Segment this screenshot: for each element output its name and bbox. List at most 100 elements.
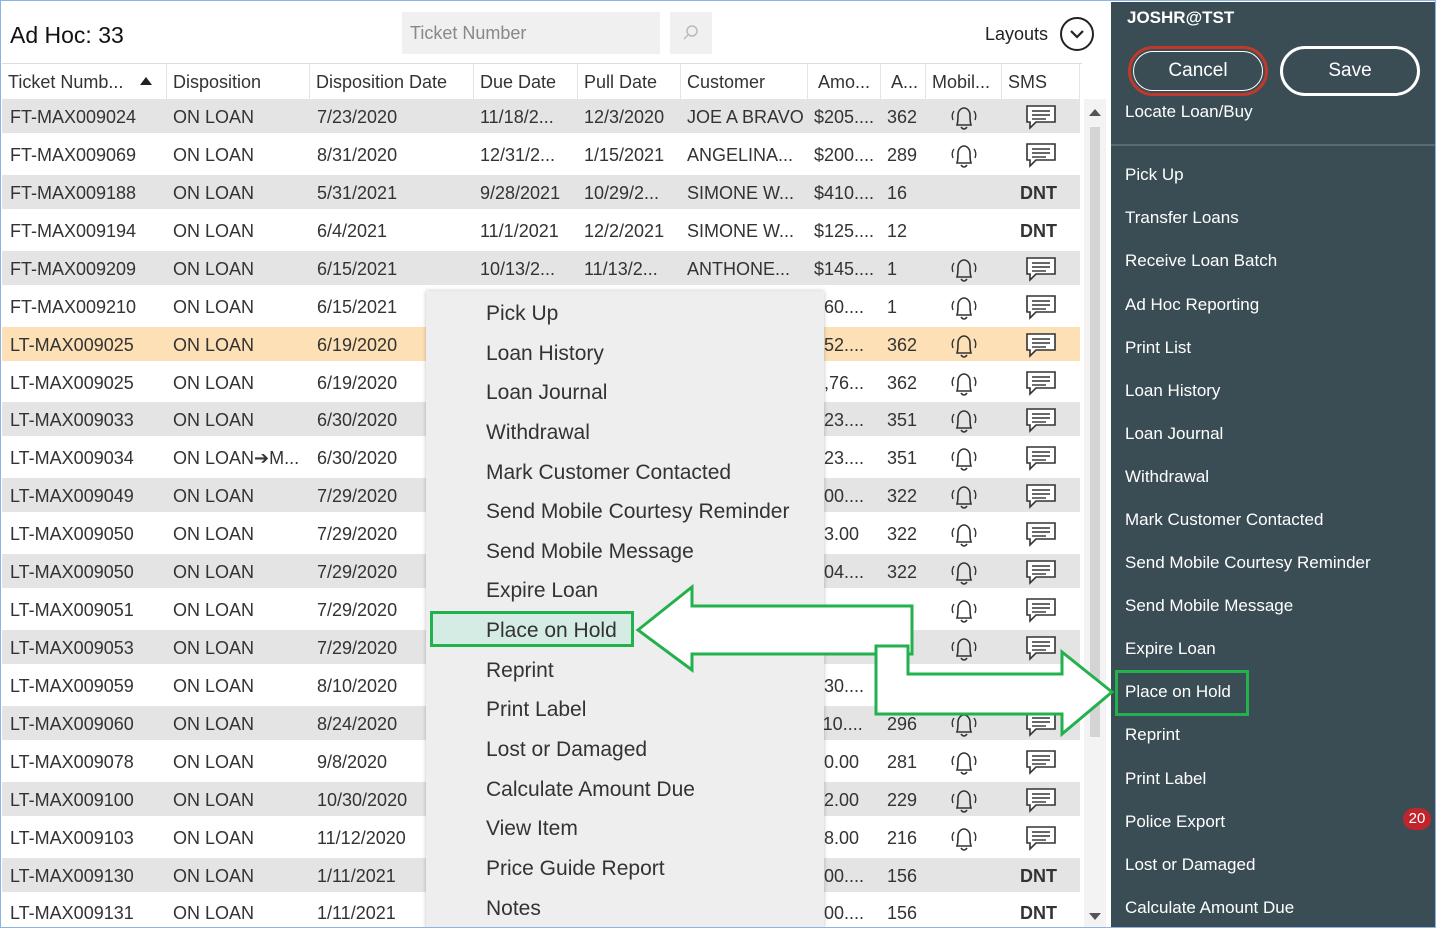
chat-message-icon[interactable] [1024, 331, 1058, 359]
chat-message-icon[interactable] [1024, 558, 1058, 586]
chat-message-icon[interactable] [1024, 444, 1058, 472]
mobile-reminder-cell[interactable] [946, 103, 982, 138]
context-menu-item[interactable]: Expire Loan [486, 576, 598, 606]
scroll-thumb[interactable] [1090, 127, 1100, 737]
sidebar-item[interactable]: Receive Loan Batch [1125, 251, 1277, 271]
context-menu-item[interactable]: Notes [486, 894, 541, 924]
mobile-reminder-cell[interactable] [946, 520, 982, 555]
sidebar-item[interactable]: Transfer Loans [1125, 208, 1239, 228]
chat-message-icon[interactable] [1024, 255, 1058, 283]
sidebar-item[interactable]: Pick Up [1125, 165, 1184, 185]
mobile-reminder-cell[interactable] [946, 293, 982, 328]
mobile-reminder-cell[interactable] [946, 369, 982, 404]
bell-icon[interactable] [946, 596, 982, 626]
bell-icon[interactable] [946, 444, 982, 474]
bell-icon[interactable] [946, 293, 982, 323]
sidebar-item[interactable]: Loan History [1125, 381, 1220, 401]
sidebar-item[interactable]: Withdrawal [1125, 467, 1209, 487]
mobile-reminder-cell[interactable] [946, 634, 982, 669]
bell-icon[interactable] [946, 141, 982, 171]
sms-cell[interactable] [1024, 596, 1058, 629]
scroll-down-arrow[interactable] [1089, 913, 1101, 920]
chat-message-icon[interactable] [1024, 596, 1058, 624]
mobile-reminder-cell[interactable] [946, 141, 982, 176]
sidebar-item[interactable]: Police Export [1125, 812, 1225, 832]
context-menu-item[interactable]: Loan Journal [486, 378, 607, 408]
chat-message-icon[interactable] [1024, 369, 1058, 397]
vertical-scrollbar[interactable] [1084, 99, 1106, 928]
column-header[interactable]: Customer [681, 64, 808, 100]
sidebar-item[interactable]: Loan Journal [1125, 424, 1223, 444]
sms-cell[interactable] [1024, 748, 1058, 781]
column-header[interactable]: Disposition Date [310, 64, 474, 100]
context-menu-item[interactable]: Withdrawal [486, 418, 590, 448]
sms-cell[interactable] [1024, 786, 1058, 819]
sms-cell[interactable] [1024, 710, 1058, 743]
mobile-reminder-cell[interactable] [946, 748, 982, 783]
bell-icon[interactable] [946, 331, 982, 361]
bell-icon[interactable] [946, 255, 982, 285]
chat-message-icon[interactable] [1024, 482, 1058, 510]
sms-cell[interactable] [1024, 634, 1058, 667]
save-button[interactable]: Save [1280, 46, 1420, 96]
sidebar-item[interactable]: Ad Hoc Reporting [1125, 295, 1259, 315]
context-menu-item[interactable]: Send Mobile Courtesy Reminder [486, 497, 789, 527]
context-menu-item[interactable]: Send Mobile Message [486, 537, 694, 567]
sidebar-item[interactable]: Send Mobile Courtesy Reminder [1125, 553, 1371, 573]
mobile-reminder-cell[interactable] [946, 558, 982, 593]
mobile-reminder-cell[interactable] [946, 482, 982, 517]
mobile-reminder-cell[interactable] [946, 596, 982, 631]
bell-icon[interactable] [946, 558, 982, 588]
column-header[interactable]: Due Date [474, 64, 578, 100]
sms-cell[interactable] [1024, 520, 1058, 553]
table-row[interactable]: FT-MAX009194 ON LOAN 6/4/2021 11/1/2021 12/2… [2, 213, 1080, 249]
sidebar-item[interactable]: Send Mobile Message [1125, 596, 1293, 616]
bell-icon[interactable] [946, 369, 982, 399]
layouts-dropdown-button[interactable] [1060, 17, 1094, 51]
context-menu-item[interactable]: Lost or Damaged [486, 735, 647, 765]
chat-message-icon[interactable] [1024, 141, 1058, 169]
sidebar-item[interactable]: Expire Loan [1125, 639, 1216, 659]
chat-message-icon[interactable] [1024, 634, 1058, 662]
bell-icon[interactable] [946, 786, 982, 816]
sms-cell[interactable] [1024, 482, 1058, 515]
column-header[interactable]: A... [881, 64, 926, 100]
chat-message-icon[interactable] [1024, 103, 1058, 131]
bell-icon[interactable] [946, 520, 982, 550]
mobile-reminder-cell[interactable] [946, 710, 982, 745]
chat-message-icon[interactable] [1024, 748, 1058, 776]
sms-cell[interactable] [1024, 558, 1058, 591]
sms-cell[interactable] [1024, 293, 1058, 326]
sms-cell[interactable] [1024, 824, 1058, 857]
chat-message-icon[interactable] [1024, 824, 1058, 852]
context-menu-item[interactable]: Print Label [486, 695, 586, 725]
column-header[interactable]: Pull Date [578, 64, 681, 100]
sms-cell[interactable] [1024, 141, 1058, 174]
mobile-reminder-cell[interactable] [946, 331, 982, 366]
chat-message-icon[interactable] [1024, 293, 1058, 321]
sms-cell[interactable] [1024, 103, 1058, 136]
bell-icon[interactable] [946, 103, 982, 133]
table-row[interactable]: FT-MAX009069 ON LOAN 8/31/2020 12/31/2... 1/… [2, 137, 1080, 173]
sidebar-item[interactable]: Calculate Amount Due [1125, 898, 1294, 918]
column-header[interactable]: SMS [1002, 64, 1080, 100]
ticket-number-input[interactable] [402, 12, 660, 54]
sms-cell[interactable] [1024, 444, 1058, 477]
sidebar-item-locate-loan-buy[interactable]: Locate Loan/Buy [1125, 102, 1253, 122]
search-button[interactable] [670, 12, 712, 54]
bell-icon[interactable] [946, 710, 982, 740]
sidebar-item[interactable]: Print List [1125, 338, 1191, 358]
chat-message-icon[interactable] [1024, 406, 1058, 434]
bell-icon[interactable] [946, 824, 982, 854]
cancel-button[interactable]: Cancel [1128, 46, 1268, 96]
table-row[interactable]: FT-MAX009209 ON LOAN 6/15/2021 10/13/2... 11… [2, 251, 1080, 287]
table-row[interactable]: FT-MAX009024 ON LOAN 7/23/2020 11/18/2... 12… [2, 99, 1080, 135]
sms-cell[interactable] [1024, 255, 1058, 288]
context-menu-item[interactable]: Price Guide Report [486, 854, 665, 884]
context-menu-item[interactable]: Pick Up [486, 299, 558, 329]
column-header[interactable]: Mobil... [926, 64, 1002, 100]
mobile-reminder-cell[interactable] [946, 406, 982, 441]
sms-cell[interactable] [1024, 406, 1058, 439]
mobile-reminder-cell[interactable] [946, 824, 982, 859]
sidebar-item[interactable]: Place on Hold [1125, 682, 1231, 702]
